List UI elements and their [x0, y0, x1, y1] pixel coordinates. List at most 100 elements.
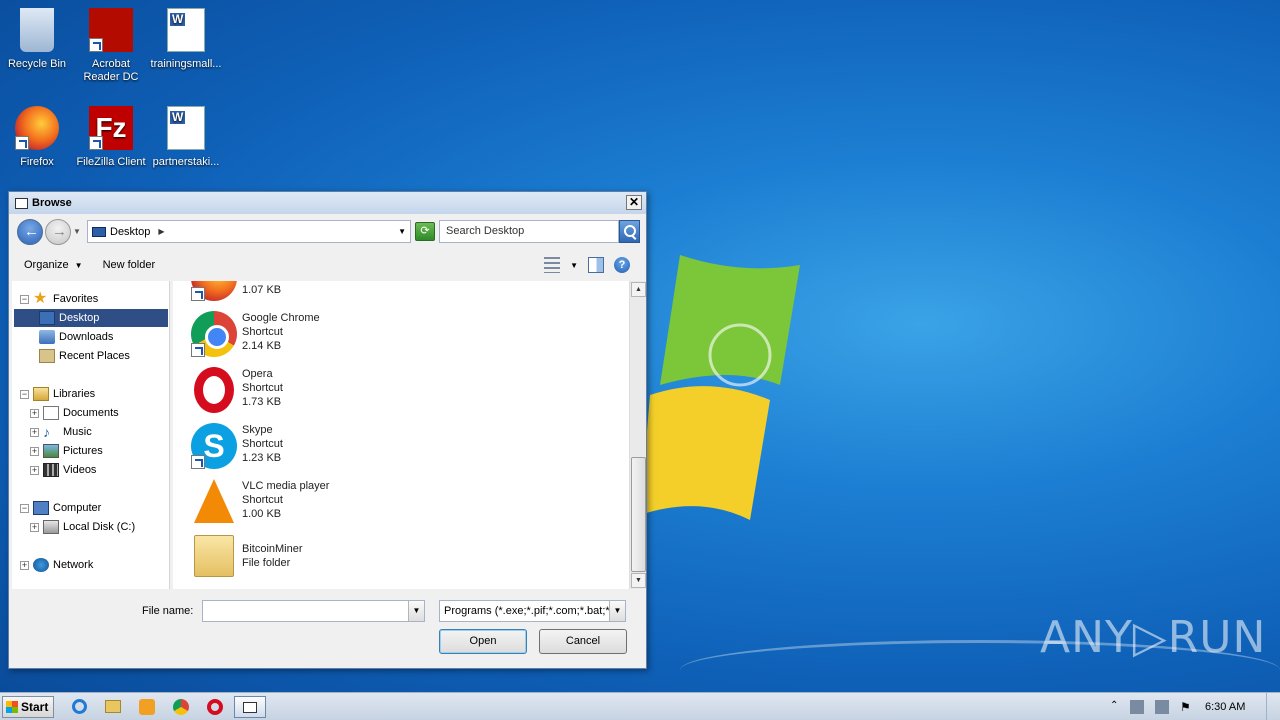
action-center-icon[interactable]	[1130, 700, 1144, 714]
tree-computer[interactable]: − Computer	[20, 499, 101, 517]
list-item[interactable]: VLC media player Shortcut 1.00 KB	[191, 479, 491, 533]
volume-icon[interactable]: ⚑	[1180, 700, 1194, 714]
list-item[interactable]: Google Chrome Shortcut 2.14 KB	[191, 311, 491, 365]
internet-explorer-icon	[72, 699, 87, 714]
recent-pages-dropdown[interactable]: ▼	[73, 227, 81, 236]
collapse-icon[interactable]: −	[20, 503, 29, 513]
dialog-titlebar[interactable]: Browse ✕	[9, 192, 646, 214]
file-name: Opera	[242, 368, 273, 380]
breadcrumb-chevron-icon[interactable]: ▶	[158, 227, 164, 236]
preview-pane-icon[interactable]	[588, 257, 604, 273]
taskbar-media-player[interactable]	[134, 696, 160, 718]
organize-label: Organize	[24, 259, 69, 271]
scroll-down-button[interactable]: ▼	[631, 573, 646, 588]
file-type-select[interactable]: Programs (*.exe;*.pif;*.com;*.bat;*.cmd)…	[439, 600, 626, 622]
tree-label: Computer	[53, 502, 102, 514]
tree-music[interactable]: + ♪ Music	[30, 423, 92, 441]
list-item[interactable]: S Skype Shortcut 1.23 KB	[191, 423, 491, 477]
tree-documents[interactable]: + Documents	[30, 404, 119, 422]
taskbar-explorer[interactable]	[100, 696, 126, 718]
opera-icon	[194, 367, 234, 413]
expand-icon[interactable]: +	[30, 427, 39, 437]
taskbar-browse-dialog[interactable]	[234, 696, 266, 718]
expand-icon[interactable]: +	[30, 465, 39, 475]
scroll-thumb[interactable]	[631, 457, 646, 572]
forward-arrow-icon: →	[52, 223, 67, 240]
open-button[interactable]: Open	[439, 629, 527, 654]
tree-local-disk[interactable]: + Local Disk (C:)	[30, 518, 135, 536]
new-folder-button[interactable]: New folder	[103, 259, 156, 271]
file-type: Shortcut	[242, 326, 283, 338]
tree-videos[interactable]: + Videos	[30, 461, 96, 479]
organize-button[interactable]: Organize ▼	[24, 259, 83, 271]
close-button[interactable]: ✕	[626, 195, 642, 210]
file-type: File folder	[242, 557, 291, 569]
desktop-icon-label: partnerstaki...	[152, 156, 220, 168]
taskbar-opera[interactable]	[202, 696, 228, 718]
window-icon	[15, 197, 28, 209]
desktop-icon-label: Acrobat Reader DC	[83, 58, 139, 83]
refresh-button[interactable]: ⟳	[415, 222, 435, 241]
chevron-down-icon: ▼	[74, 261, 83, 270]
expand-icon[interactable]: +	[30, 522, 39, 532]
help-icon[interactable]: ?	[614, 257, 630, 273]
anyrun-watermark: ANY▷RUN	[1040, 612, 1267, 663]
tree-downloads[interactable]: Downloads	[39, 328, 113, 346]
desktop-icon-firefox[interactable]: Firefox	[0, 106, 74, 169]
desktop-icon-filezilla[interactable]: Fz FileZilla Client	[74, 106, 148, 169]
collapse-icon[interactable]: −	[20, 389, 29, 399]
forward-button[interactable]: →	[45, 219, 71, 245]
desktop-icon-acrobat[interactable]: Acrobat Reader DC	[74, 8, 148, 84]
list-item[interactable]: BitcoinMiner File folder	[191, 535, 491, 589]
tree-recent-places[interactable]: Recent Places	[39, 347, 130, 365]
collapse-icon[interactable]: −	[20, 294, 29, 304]
desktop-icon-partnerstaki[interactable]: W partnerstaki...	[149, 106, 223, 169]
expand-icon[interactable]: +	[20, 560, 29, 570]
address-bar: ← → ▼ Desktop ▶ ▼ ⟳ Search Desktop	[15, 219, 640, 245]
back-button[interactable]: ←	[17, 219, 43, 245]
expand-icon[interactable]: +	[30, 408, 39, 418]
list-item[interactable]: Shortcut1.07 KB	[191, 281, 491, 309]
tree-pictures[interactable]: + Pictures	[30, 442, 103, 460]
cancel-button[interactable]: Cancel	[539, 629, 627, 654]
desktop-icon-label: FileZilla Client	[76, 156, 146, 168]
address-dropdown-icon[interactable]: ▼	[398, 227, 406, 236]
desktop-icon	[92, 226, 106, 237]
taskbar-chrome[interactable]	[168, 696, 194, 718]
view-dropdown-icon[interactable]: ▼	[570, 261, 578, 270]
file-type-dropdown[interactable]: ▼	[609, 601, 625, 621]
network-tray-icon[interactable]	[1155, 700, 1169, 714]
file-size: 1.23 KB	[242, 452, 282, 464]
file-name-input[interactable]: ▼	[202, 600, 425, 622]
search-input[interactable]: Search Desktop	[439, 220, 619, 243]
address-field[interactable]: Desktop ▶ ▼	[87, 220, 411, 243]
file-list-scrollbar[interactable]: ▲ ▼	[629, 281, 646, 589]
desktop-icon-label: Firefox	[20, 156, 54, 168]
computer-icon	[33, 501, 49, 515]
file-name-dropdown[interactable]: ▼	[408, 601, 424, 621]
file-type: Shortcut	[242, 382, 283, 394]
scroll-up-button[interactable]: ▲	[631, 282, 646, 297]
search-icon[interactable]	[619, 220, 640, 243]
disk-icon	[43, 520, 59, 534]
expand-icon[interactable]: +	[30, 446, 39, 456]
file-size: 1.07 KB	[242, 284, 282, 296]
start-button[interactable]: Start	[2, 696, 54, 718]
file-size: 1.73 KB	[242, 396, 282, 408]
tree-desktop[interactable]: Desktop	[14, 309, 168, 327]
change-view-icon[interactable]	[544, 257, 561, 273]
tree-favorites[interactable]: − ★ Favorites	[20, 290, 98, 308]
desktop-icon-recycle-bin[interactable]: Recycle Bin	[0, 8, 74, 71]
clock[interactable]: 6:30 AM	[1205, 701, 1245, 713]
taskbar-ie[interactable]	[66, 696, 92, 718]
show-desktop-button[interactable]	[1266, 693, 1280, 720]
tree-label: Local Disk (C:)	[63, 521, 136, 533]
tree-network[interactable]: + Network	[20, 556, 93, 574]
list-item[interactable]: Opera Shortcut 1.73 KB	[191, 367, 491, 421]
file-list: Shortcut1.07 KB Google ChromeShortcut2.1…	[173, 281, 629, 589]
show-hidden-icons[interactable]: ⌃	[1110, 700, 1124, 714]
desktop-icon-trainingsmall[interactable]: W trainingsmall...	[149, 8, 223, 71]
music-icon: ♪	[43, 424, 50, 440]
downloads-icon	[39, 330, 55, 344]
tree-libraries[interactable]: − Libraries	[20, 385, 95, 403]
